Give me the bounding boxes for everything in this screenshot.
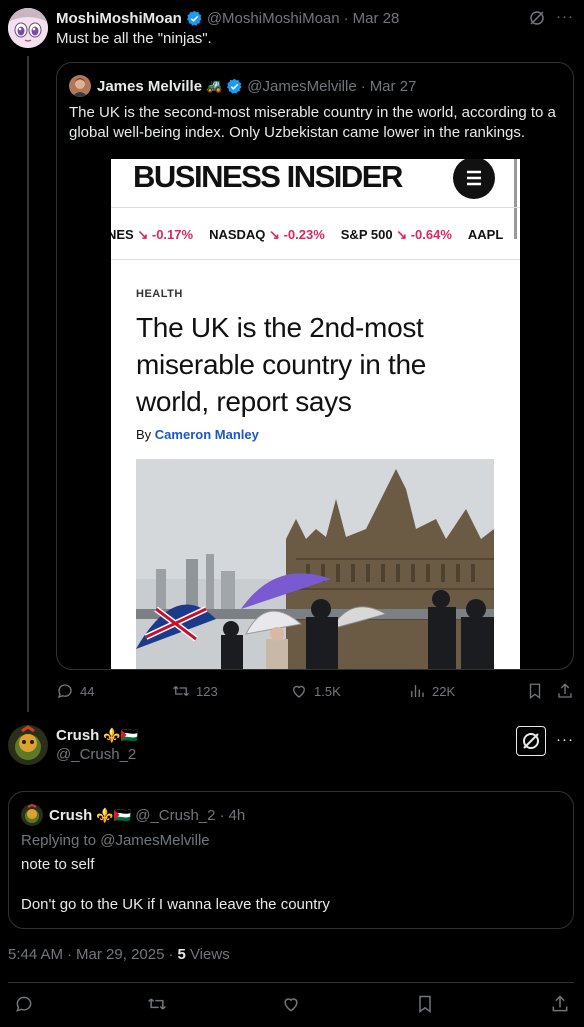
thread-line	[27, 56, 29, 712]
article-headline: The UK is the 2nd-most miserable country…	[136, 312, 427, 417]
post-time[interactable]: 5:44 AM	[8, 946, 63, 963]
bookmark-icon[interactable]	[415, 994, 435, 1014]
quoted-author-name: James Melville	[97, 77, 203, 95]
reply-icon[interactable]	[14, 994, 34, 1014]
ticker-item: NASDAQ ↘ -0.23%	[209, 227, 325, 242]
views-count: 22K	[432, 683, 456, 699]
more-options-icon[interactable]: ···	[556, 8, 574, 25]
post-date[interactable]: Mar 28	[353, 10, 400, 27]
reply-count: 44	[80, 683, 95, 699]
bookmark-icon[interactable]	[526, 682, 544, 700]
like-count: 1.5K	[314, 683, 341, 699]
quoted-header: James Melville 🚜 @JamesMelville · Mar 27	[97, 76, 416, 96]
grok-button[interactable]	[516, 726, 546, 756]
reply-text-line1: note to self	[21, 856, 95, 873]
replying-to-handle[interactable]: @JamesMelville	[100, 832, 209, 849]
section-label: HEALTH	[136, 288, 183, 300]
menu-icon	[453, 159, 495, 199]
grok-icon[interactable]	[528, 9, 546, 27]
tractor-emoji: 🚜	[206, 78, 223, 93]
verified-badge-icon	[226, 78, 243, 95]
views-icon	[408, 682, 426, 700]
views-number: 5	[177, 946, 186, 963]
verified-badge-icon	[186, 10, 203, 27]
post-full-date[interactable]: Mar 29, 2025	[76, 946, 164, 963]
article-screenshot-image[interactable]: BUSINESS INSIDER NES ↘ -0.17% NASDAQ ↘ -…	[111, 159, 520, 669]
separator-dot: ·	[360, 77, 366, 95]
ticker-item: AAPL	[467, 227, 504, 242]
quoted-text: The UK is the second-most miserable coun…	[69, 104, 556, 141]
share-icon[interactable]	[550, 994, 570, 1014]
divider	[8, 982, 574, 983]
brand-logo: BUSINESS INSIDER	[133, 159, 403, 194]
post-text: Must be all the "ninjas".	[56, 30, 212, 47]
views-button[interactable]: 22K	[408, 682, 455, 700]
quoted-date: Mar 27	[369, 77, 417, 95]
fleur-flag-emoji: ⚜️🇵🇸	[96, 806, 132, 823]
avatar[interactable]	[8, 8, 48, 48]
article-photo	[136, 459, 494, 669]
byline: By Cameron Manley	[136, 427, 259, 442]
divider	[111, 207, 520, 208]
repost-button[interactable]: 123	[172, 682, 218, 700]
divider	[111, 259, 520, 260]
reply-text-line2: Don't go to the UK if I wanna leave the …	[21, 896, 330, 913]
quoted-handle: @_Crush_2	[135, 806, 216, 824]
ticker-item: NES ↘ -0.17%	[111, 227, 194, 242]
author-handle[interactable]: @MoshiMoshiMoan	[207, 10, 340, 27]
author-name[interactable]: MoshiMoshiMoan	[56, 10, 182, 27]
avatar[interactable]	[8, 725, 48, 765]
scrollbar-track	[514, 159, 517, 239]
avatar	[69, 75, 91, 97]
ticker-item: S&P 500 ↘ -0.64%	[340, 227, 452, 242]
repost-icon	[172, 682, 190, 700]
replying-to: Replying to @JamesMelville	[21, 832, 210, 849]
reply-icon	[56, 682, 74, 700]
repost-count: 123	[196, 683, 218, 699]
reply-author-handle[interactable]: @_Crush_2	[56, 746, 136, 763]
post-header: MoshiMoshiMoan @MoshiMoshiMoan · Mar 28	[56, 8, 399, 28]
heart-icon	[290, 682, 308, 700]
reply-quoted-header: Crush ⚜️🇵🇸 @_Crush_2 · 4h	[49, 805, 245, 825]
share-icon[interactable]	[556, 682, 574, 700]
separator-dot: ·	[343, 9, 349, 27]
repost-icon[interactable]	[147, 994, 167, 1014]
reply-quoted-post[interactable]: Crush ⚜️🇵🇸 @_Crush_2 · 4h Replying to @J…	[8, 791, 574, 929]
reply-author-name[interactable]: Crush	[56, 727, 99, 744]
fleur-flag-emoji: ⚜️🇵🇸	[103, 726, 139, 743]
quoted-time: 4h	[228, 806, 246, 824]
quoted-post[interactable]: James Melville 🚜 @JamesMelville · Mar 27…	[56, 62, 574, 670]
reply-header: Crush ⚜️🇵🇸	[56, 725, 138, 745]
heart-icon[interactable]	[281, 994, 301, 1014]
quoted-handle: @JamesMelville	[247, 77, 357, 95]
post-meta: 5:44 AM · Mar 29, 2025 · 5 Views	[8, 946, 230, 963]
like-button[interactable]: 1.5K	[290, 682, 341, 700]
more-options-icon[interactable]: ···	[556, 731, 574, 748]
avatar	[21, 804, 43, 826]
quoted-author-name: Crush	[49, 806, 93, 824]
separator-dot: ·	[219, 806, 225, 824]
reply-button[interactable]: 44	[56, 682, 94, 700]
stock-ticker: NES ↘ -0.17% NASDAQ ↘ -0.23% S&P 500 ↘ -…	[111, 227, 503, 245]
